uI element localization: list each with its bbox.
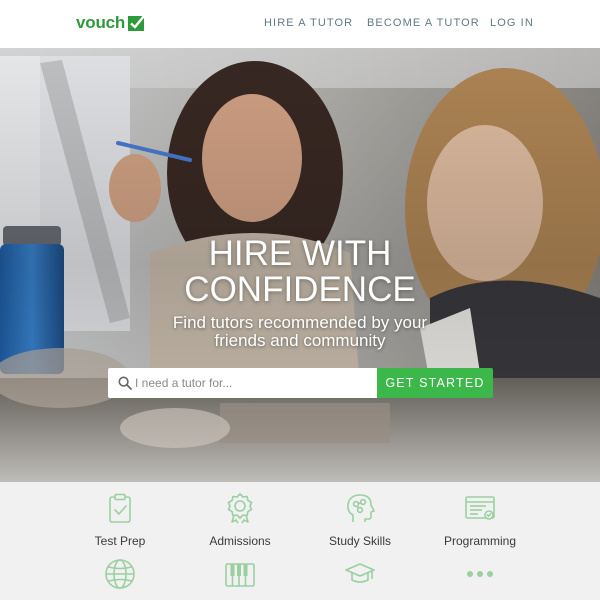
category-programming[interactable]: Programming [415,492,545,548]
head-brain-icon [347,494,375,522]
get-started-button[interactable]: GET STARTED [377,368,493,398]
hero-title-line-2: CONFIDENCE [184,270,416,309]
search-icon [118,376,132,390]
globe-icon [105,559,135,589]
piano-keys-icon [225,563,255,587]
category-study-skills[interactable]: Study Skills [295,492,425,548]
award-ribbon-icon [227,493,253,524]
search-box [108,368,377,398]
hero-section: HIRE WITH CONFIDENCE Find tutors recomme… [0,48,600,482]
hero-subtitle-line-2: friends and community [214,331,386,350]
code-window-icon [465,496,495,520]
top-nav-bar: vouch HIRE A TUTOR BECOME A TUTOR LOG IN [0,0,600,48]
category-languages[interactable] [55,558,185,590]
more-dots-icon [467,571,493,577]
category-label: Programming [443,534,517,548]
tutor-search-form: GET STARTED [108,368,493,398]
category-label: Admissions [209,534,271,548]
category-test-prep[interactable]: Test Prep [55,492,185,548]
vouch-logo[interactable]: vouch [76,13,145,33]
nav-log-in[interactable]: LOG IN [490,17,534,29]
category-more[interactable] [415,558,545,590]
category-music[interactable] [175,558,305,590]
category-admissions[interactable]: Admissions [175,492,305,548]
search-input[interactable] [108,368,377,398]
logo-text: vouch [76,13,126,32]
nav-become-a-tutor[interactable]: BECOME A TUTOR [367,17,480,29]
hero-subtitle-line-1: Find tutors recommended by your [172,313,428,332]
nav-hire-a-tutor[interactable]: HIRE A TUTOR [264,17,353,29]
category-label: Test Prep [94,534,146,548]
category-grid: Test Prep Admissions Study Skills Progra… [0,482,600,600]
clipboard-check-icon [109,493,131,523]
hero-title-line-1: HIRE WITH [208,234,392,273]
graduation-cap-icon [345,563,375,583]
category-label: Study Skills [328,534,392,548]
checkmark-icon [128,14,145,31]
category-college[interactable] [295,558,425,590]
